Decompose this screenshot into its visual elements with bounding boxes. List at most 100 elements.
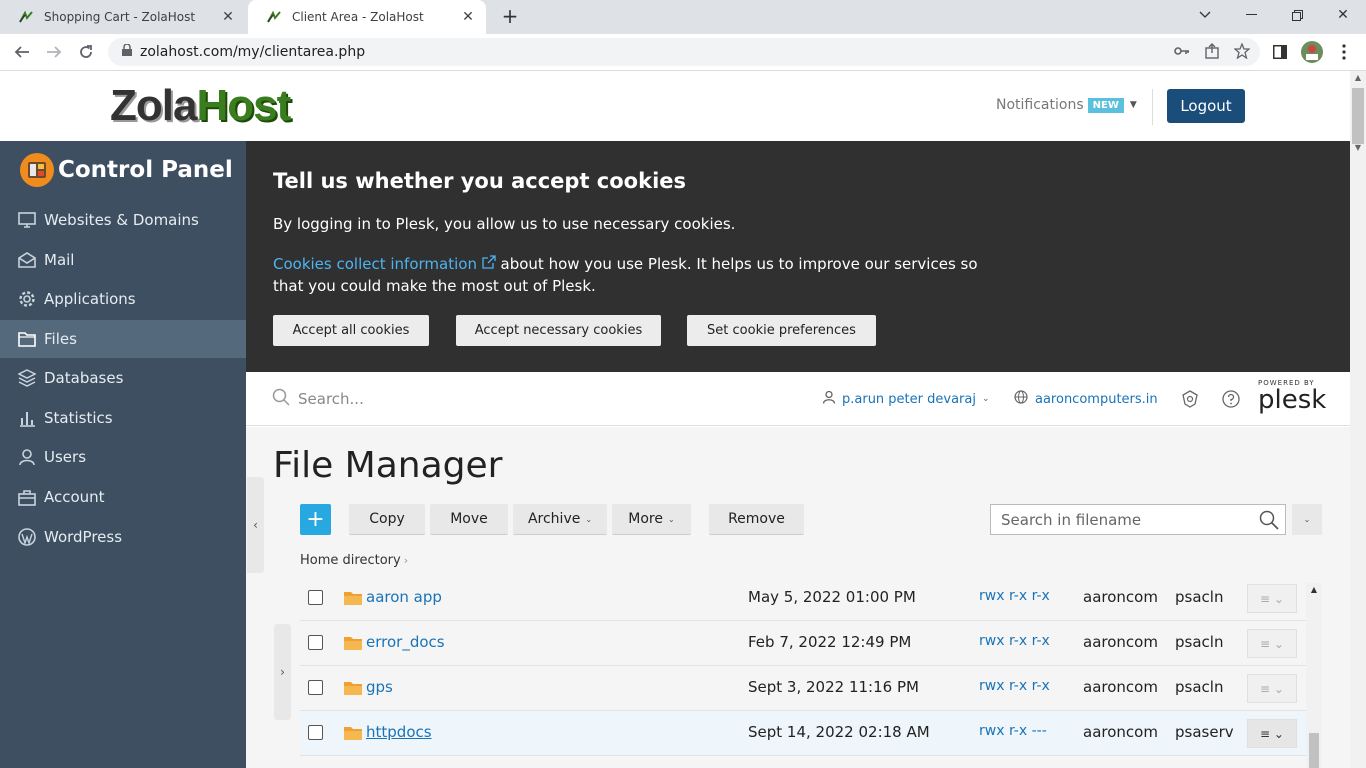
scroll-down-arrow-icon[interactable]: ▼	[1350, 141, 1366, 155]
notifications-dropdown[interactable]: Notifications NEW ▼	[996, 97, 1137, 113]
forward-arrow-icon[interactable]	[40, 38, 68, 66]
table-row[interactable]: gps Sept 3, 2022 11:16 PM rwx r-x r-x aa…	[300, 666, 1310, 711]
bookmark-star-icon[interactable]	[1233, 42, 1251, 63]
file-name-link[interactable]: gps	[366, 678, 393, 696]
mail-icon	[18, 251, 36, 269]
reload-icon[interactable]	[72, 38, 100, 66]
browser-tab-shopping-cart[interactable]: Shopping Cart - ZolaHost ✕	[0, 0, 246, 34]
sidebar-item-statistics[interactable]: Statistics	[0, 399, 246, 437]
back-arrow-icon[interactable]	[8, 38, 36, 66]
site-header: ZolaHost Notifications NEW ▼ Logout	[0, 71, 1350, 141]
remove-button[interactable]: Remove	[709, 504, 804, 535]
search-icon[interactable]	[1259, 510, 1279, 534]
scroll-up-arrow-icon[interactable]: ▲	[1350, 71, 1366, 85]
new-badge: NEW	[1087, 97, 1124, 113]
restore-icon[interactable]	[1274, 0, 1320, 30]
breadcrumb-home[interactable]: Home directory	[300, 553, 401, 568]
logo-text-zola: Zola	[110, 81, 197, 130]
share-icon[interactable]	[1204, 43, 1220, 63]
table-row[interactable]: aaron app May 5, 2022 01:00 PM rwx r-x r…	[300, 576, 1310, 621]
table-row[interactable]: httpdocs Sept 14, 2022 02:18 AM rwx r-x …	[300, 711, 1310, 756]
tree-expand-handle[interactable]: ›	[274, 624, 291, 720]
file-list-scrollbar[interactable]: ▲	[1306, 583, 1322, 768]
add-button[interactable]: +	[300, 504, 331, 535]
sidebar-item-wordpress[interactable]: WordPress	[0, 518, 246, 556]
accept-necessary-cookies-button[interactable]: Accept necessary cookies	[456, 315, 661, 346]
file-owner: aaroncom	[1083, 678, 1158, 696]
set-cookie-preferences-button[interactable]: Set cookie preferences	[687, 315, 876, 346]
sidebar-item-databases[interactable]: Databases	[0, 359, 246, 397]
plesk-brand: plesk	[1258, 385, 1327, 415]
table-row[interactable]: error_docs Feb 7, 2022 12:49 PM rwx r-x …	[300, 621, 1310, 666]
more-dropdown[interactable]: More ⌄	[612, 504, 691, 535]
filename-search-input[interactable]: Search in filename	[990, 504, 1286, 535]
accept-all-cookies-button[interactable]: Accept all cookies	[273, 315, 429, 346]
plesk-header: Search... p.arun peter devaraj ⌄ aaronco…	[246, 372, 1350, 426]
row-menu-button[interactable]: ≡ ⌄	[1247, 719, 1297, 748]
breadcrumb[interactable]: Home directory ›	[300, 553, 408, 568]
close-icon[interactable]: ✕	[220, 9, 236, 25]
file-manager-main: File Manager ‹ › + Copy Move Archive ⌄ M…	[246, 427, 1350, 768]
page-scrollbar[interactable]: ▲ ▼	[1350, 71, 1366, 768]
logout-button[interactable]: Logout	[1167, 89, 1245, 123]
user-menu[interactable]: p.arun peter devaraj ⌄	[822, 390, 990, 408]
row-checkbox[interactable]	[308, 590, 323, 605]
file-name-link[interactable]: httpdocs	[366, 723, 432, 741]
zolahost-logo[interactable]: ZolaHost	[110, 81, 291, 131]
file-name-link[interactable]: aaron app	[366, 588, 442, 606]
scroll-up-arrow-icon[interactable]: ▲	[1306, 583, 1322, 597]
user-name: p.arun peter devaraj	[842, 391, 976, 407]
sidebar-item-account[interactable]: Account	[0, 478, 246, 516]
row-menu-button[interactable]: ≡ ⌄	[1247, 674, 1297, 703]
chevron-down-icon[interactable]	[1182, 0, 1228, 30]
plesk-search[interactable]: Search...	[272, 388, 364, 410]
chevron-down-icon: ⌄	[1273, 636, 1284, 651]
row-menu-button[interactable]: ≡ ⌄	[1247, 584, 1297, 613]
kebab-menu-icon[interactable]	[1332, 40, 1356, 64]
sidebar-item-websites-domains[interactable]: Websites & Domains	[0, 201, 246, 239]
cookies-info-link[interactable]: Cookies collect information	[273, 255, 477, 273]
sidebar-collapse-handle[interactable]: ‹	[247, 477, 264, 573]
browser-tab-client-area[interactable]: Client Area - ZolaHost ✕	[248, 0, 486, 34]
window-close-icon[interactable]: ✕	[1320, 0, 1366, 30]
url-field[interactable]: zolahost.com/my/clientarea.php	[108, 38, 1260, 66]
file-name-link[interactable]: error_docs	[366, 633, 445, 651]
file-permissions-link[interactable]: rwx r-x ---	[979, 723, 1047, 739]
extensions-icon[interactable]	[1180, 389, 1200, 409]
new-tab-plus-icon[interactable]: +	[498, 4, 522, 28]
help-icon[interactable]	[1221, 389, 1241, 409]
cookie-info-text: Cookies collect information about how yo…	[273, 253, 1003, 297]
copy-button[interactable]: Copy	[349, 504, 425, 535]
scrollbar-thumb[interactable]	[1309, 733, 1319, 768]
cookie-banner: Tell us whether you accept cookies By lo…	[246, 141, 1350, 372]
chevron-down-icon: ⌄	[1273, 591, 1284, 606]
sidebar-item-mail[interactable]: Mail	[0, 241, 246, 279]
file-permissions-link[interactable]: rwx r-x r-x	[979, 678, 1050, 694]
side-panel-icon[interactable]	[1268, 40, 1292, 64]
row-menu-button[interactable]: ≡ ⌄	[1247, 629, 1297, 658]
domain-link[interactable]: aaroncomputers.in	[1014, 390, 1158, 408]
close-icon[interactable]: ✕	[460, 9, 476, 25]
hamburger-icon: ≡	[1260, 681, 1271, 696]
search-options-dropdown[interactable]: ⌄	[1292, 504, 1322, 535]
user-icon	[18, 448, 36, 466]
sidebar-item-users[interactable]: Users	[0, 438, 246, 476]
file-permissions-link[interactable]: rwx r-x r-x	[979, 633, 1050, 649]
zolahost-favicon-icon	[266, 9, 282, 25]
search-icon	[272, 388, 290, 410]
row-checkbox[interactable]	[308, 680, 323, 695]
key-icon[interactable]	[1174, 43, 1190, 63]
row-checkbox[interactable]	[308, 725, 323, 740]
row-checkbox[interactable]	[308, 635, 323, 650]
scrollbar-thumb[interactable]	[1352, 88, 1364, 144]
sidebar-item-applications[interactable]: Applications	[0, 280, 246, 318]
move-button[interactable]: Move	[430, 504, 508, 535]
minimize-icon[interactable]	[1228, 0, 1274, 30]
external-link-icon[interactable]	[482, 255, 501, 273]
chevron-right-icon: ›	[403, 554, 409, 567]
sidebar-item-files[interactable]: Files	[0, 320, 246, 358]
profile-avatar[interactable]	[1300, 40, 1324, 64]
archive-dropdown[interactable]: Archive ⌄	[513, 504, 607, 535]
file-permissions-link[interactable]: rwx r-x r-x	[979, 588, 1050, 604]
folder-icon	[344, 680, 362, 700]
